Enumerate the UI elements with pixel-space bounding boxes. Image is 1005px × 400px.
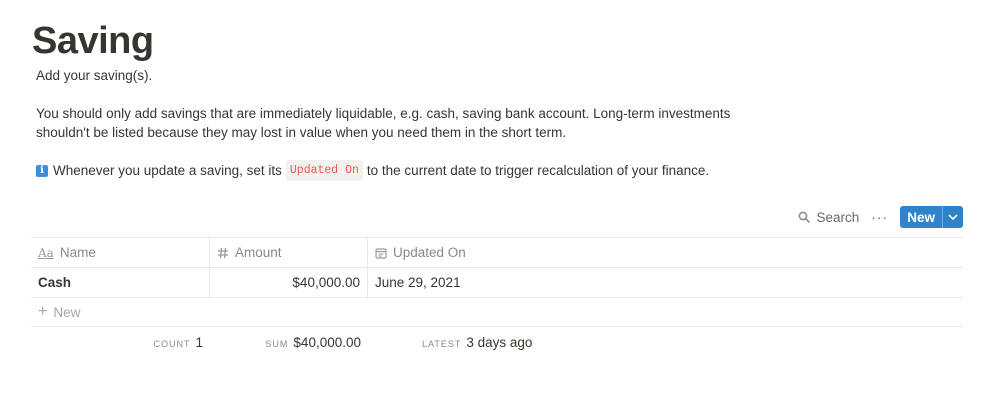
text-property-icon: Aa xyxy=(38,245,54,260)
more-options-button[interactable]: ··· xyxy=(871,209,888,225)
date-property-icon xyxy=(375,247,387,259)
intro-text: Add your saving(s). xyxy=(36,68,153,83)
new-button-group: New xyxy=(900,206,963,228)
tip-text-before: Whenever you update a saving, set its xyxy=(53,163,282,178)
tip-text-after: to the current date to trigger recalcula… xyxy=(366,163,710,178)
inline-code: Updated On xyxy=(285,160,363,181)
add-row-button[interactable]: + New xyxy=(31,298,963,327)
page-title: Saving xyxy=(32,20,154,62)
column-label: Name xyxy=(59,245,96,260)
aggregate-value: $40,000.00 xyxy=(293,335,361,350)
aggregate-value: 3 days ago xyxy=(466,335,533,350)
count-aggregate[interactable]: COUNT 1 xyxy=(153,335,203,350)
column-label: Updated On xyxy=(393,245,466,260)
add-row-label: New xyxy=(53,304,81,320)
savings-table: Aa Name Amount Updated On Cash $40,000.0… xyxy=(31,237,963,357)
new-dropdown-button[interactable] xyxy=(942,206,963,228)
table-footer: COUNT 1 SUM $40,000.00 LATEST 3 days ago xyxy=(31,327,963,357)
aggregate-label: COUNT xyxy=(153,339,191,349)
amount-cell[interactable]: $40,000.00 xyxy=(210,268,368,297)
tip-callout: i Whenever you update a saving, set its … xyxy=(36,160,709,181)
latest-aggregate[interactable]: LATEST 3 days ago xyxy=(422,335,532,350)
info-icon: i xyxy=(36,164,48,177)
sum-aggregate[interactable]: SUM $40,000.00 xyxy=(265,335,361,350)
column-label: Amount xyxy=(235,245,282,260)
new-button[interactable]: New xyxy=(900,206,942,228)
database-toolbar: Search ··· New xyxy=(798,206,963,228)
chevron-down-icon xyxy=(948,214,958,220)
column-header-name[interactable]: Aa Name xyxy=(31,238,210,267)
plus-icon: + xyxy=(38,303,48,320)
number-property-icon xyxy=(217,247,229,259)
name-cell[interactable]: Cash xyxy=(31,268,210,297)
aggregate-value: 1 xyxy=(195,335,203,350)
table-header-row: Aa Name Amount Updated On xyxy=(31,237,963,268)
table-row[interactable]: Cash $40,000.00 June 29, 2021 xyxy=(31,268,963,298)
search-label: Search xyxy=(816,209,860,225)
description-text: You should only add savings that are imm… xyxy=(36,106,731,140)
aggregate-label: SUM xyxy=(265,339,289,349)
updated-on-cell[interactable]: June 29, 2021 xyxy=(368,268,963,297)
search-icon xyxy=(799,211,811,223)
column-header-updated-on[interactable]: Updated On xyxy=(368,238,963,267)
search-button[interactable]: Search xyxy=(798,210,859,225)
column-header-amount[interactable]: Amount xyxy=(210,238,368,267)
aggregate-label: LATEST xyxy=(422,339,462,349)
